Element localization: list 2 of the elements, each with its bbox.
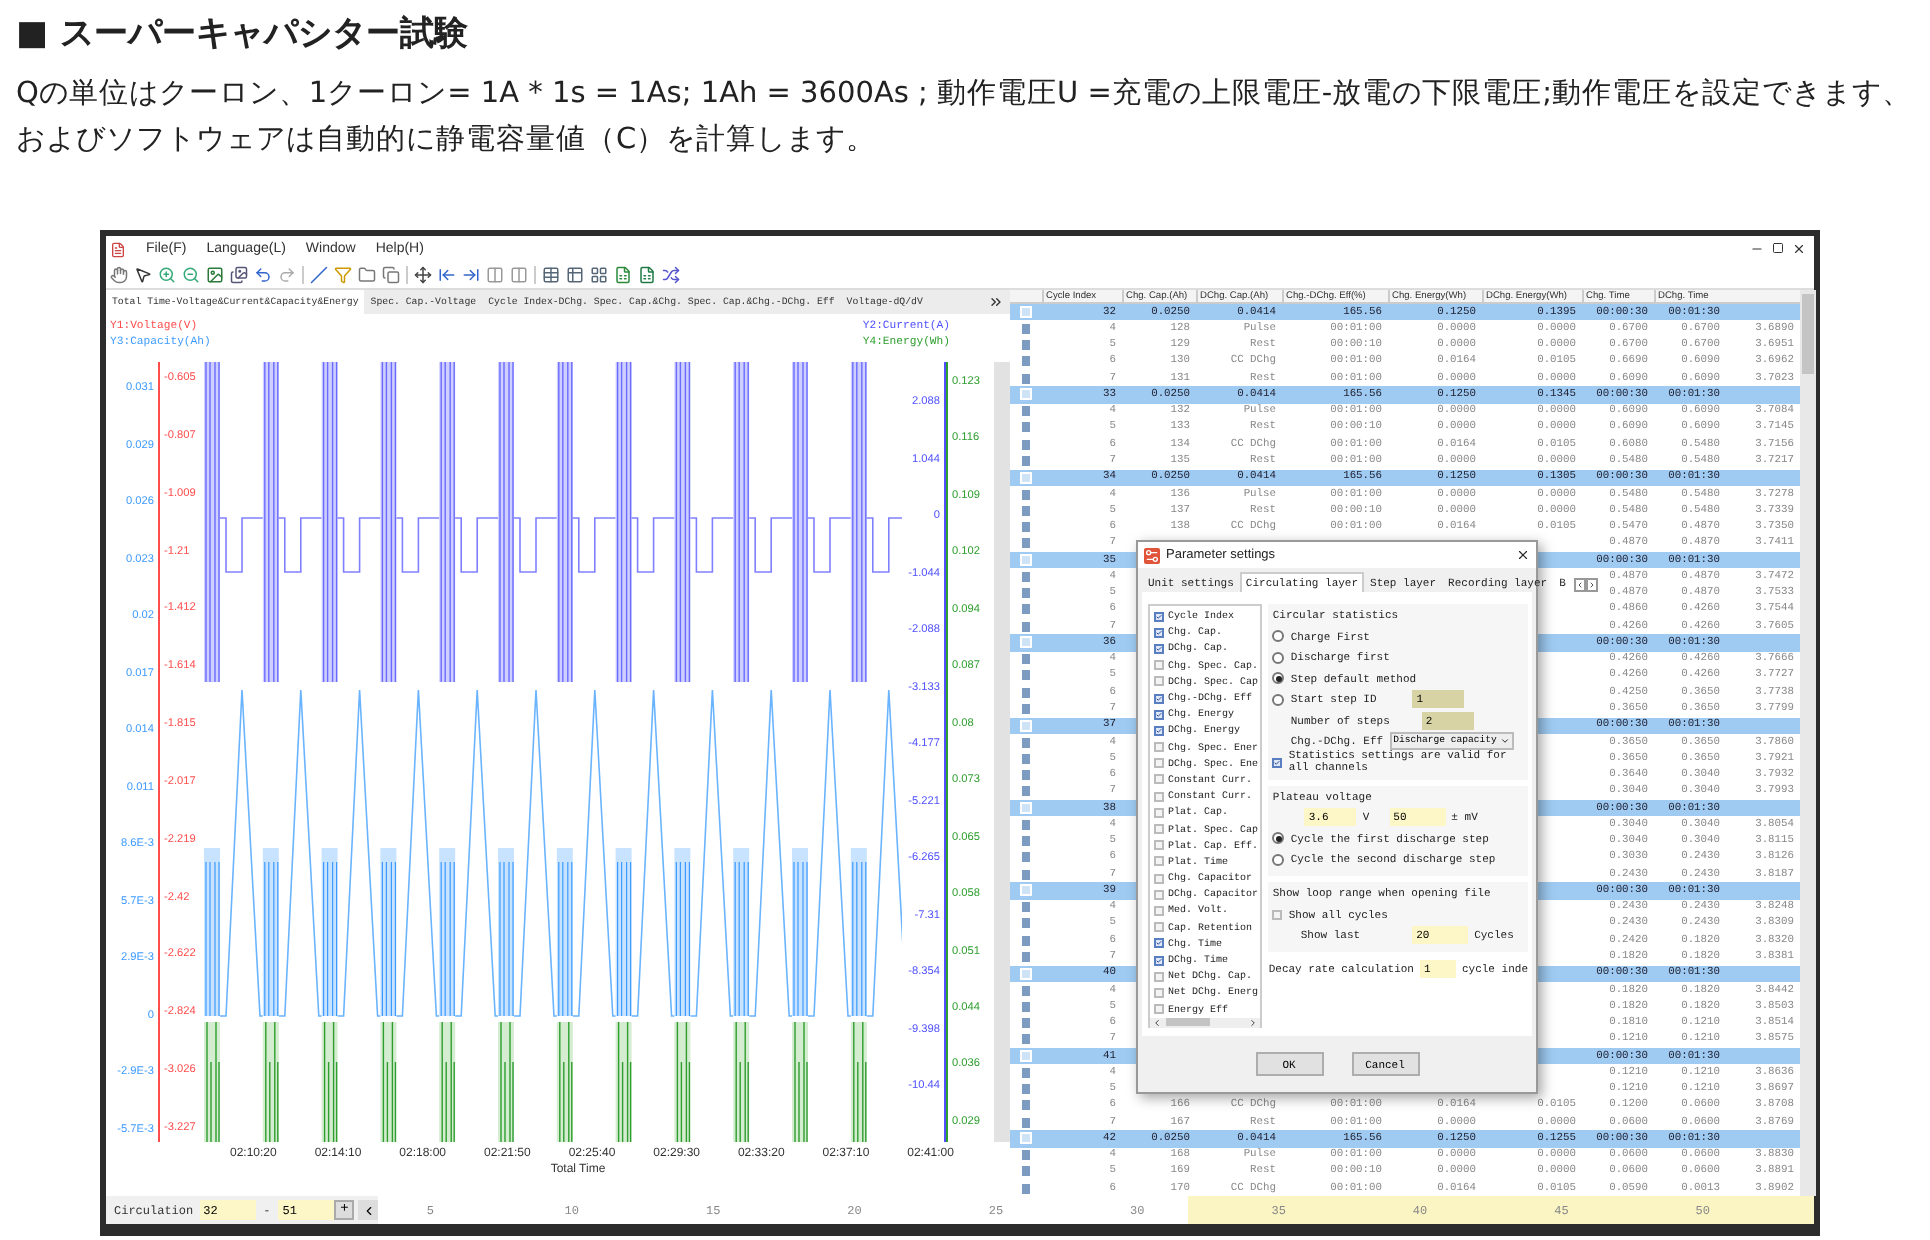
description-text: Qの単位はクーロン、1クーロン= 1A * 1s = 1As; 1Ah = 3600As ; 動作電圧U =充電の上限電圧-放電の下限電圧;動作電圧を設定できます、およびソフトウェアは自動的に静電容量値（C）を計算します。 [16,75,1915,160]
section-heading: ■ スーパーキャパシター試験 [16,12,470,56]
